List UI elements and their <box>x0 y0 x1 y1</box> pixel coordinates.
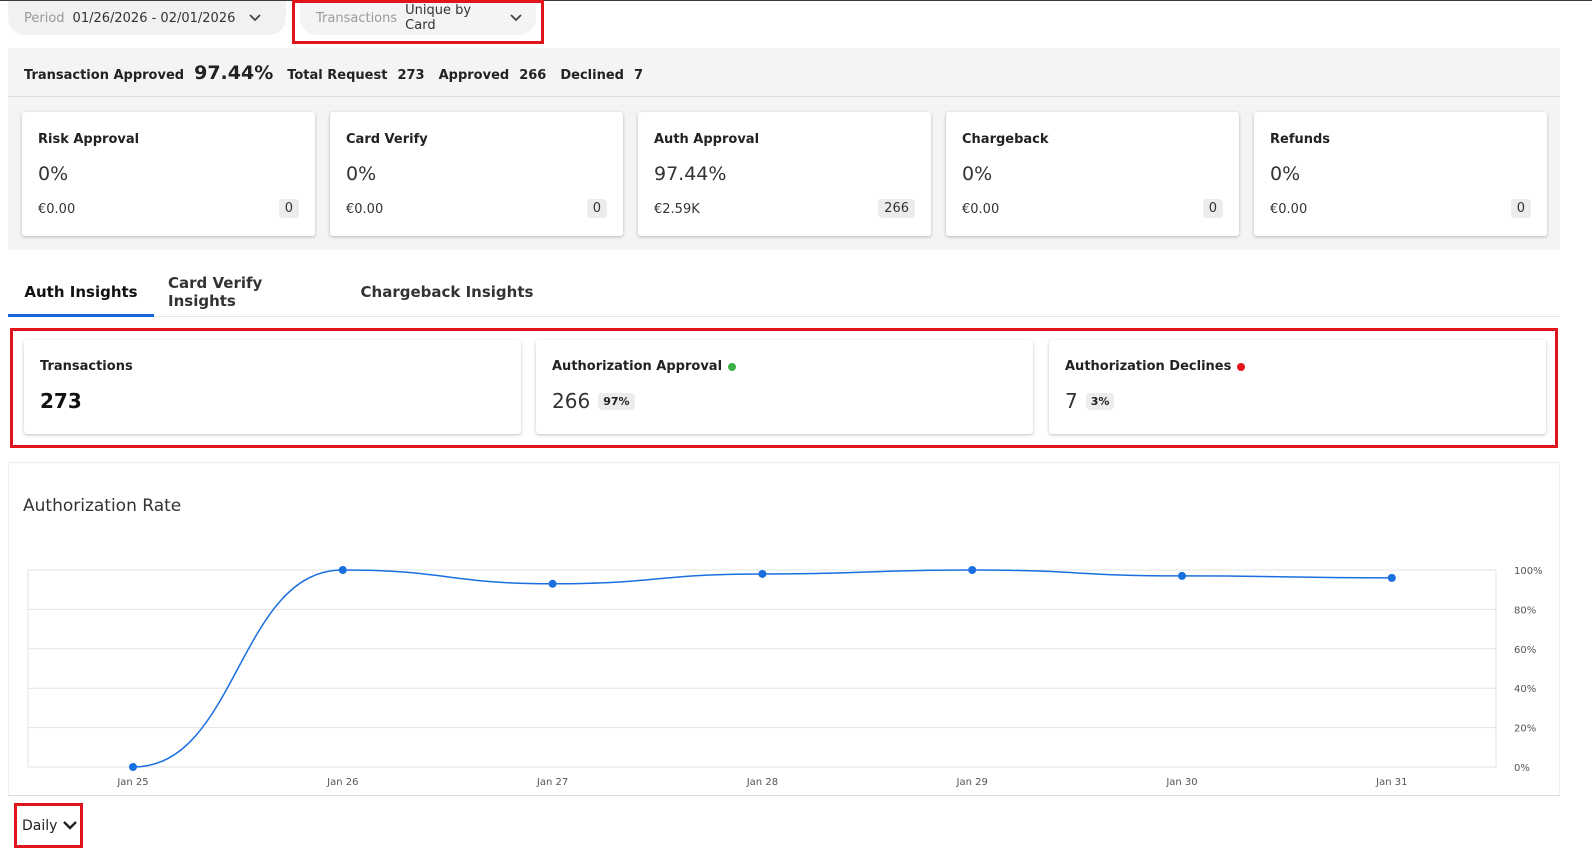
granularity-select[interactable]: Daily <box>16 806 81 846</box>
data-point <box>129 763 137 771</box>
x-tick-label: Jan 30 <box>1165 777 1197 788</box>
data-point <box>968 566 977 574</box>
series-line <box>132 569 1392 768</box>
data-point <box>548 579 557 588</box>
x-tick-label: Jan 26 <box>326 777 358 788</box>
data-point <box>758 569 767 578</box>
y-tick-label: 60% <box>1514 645 1536 656</box>
y-tick-label: 0% <box>1514 763 1530 774</box>
authorization-rate-chart: 0% 20% 40% 60% 80% 100% Jan 25 Jan 26 Jan 27 Jan … <box>27 566 1543 788</box>
y-tick-label: 80% <box>1514 605 1536 616</box>
y-tick-label: 100% <box>1514 566 1543 577</box>
x-tick-label: Jan 27 <box>536 777 568 788</box>
x-tick-label: Jan 28 <box>746 777 778 788</box>
chevron-down-icon <box>63 818 78 834</box>
data-point <box>1387 573 1396 582</box>
x-tick-label: Jan 31 <box>1375 777 1407 788</box>
x-tick-label: Jan 29 <box>956 777 988 788</box>
granularity-value: Daily <box>22 818 58 834</box>
x-tick-label: Jan 25 <box>116 777 148 788</box>
data-point <box>338 566 347 574</box>
y-tick-label: 20% <box>1514 724 1536 735</box>
data-point <box>1178 571 1186 580</box>
y-tick-label: 40% <box>1514 684 1536 695</box>
